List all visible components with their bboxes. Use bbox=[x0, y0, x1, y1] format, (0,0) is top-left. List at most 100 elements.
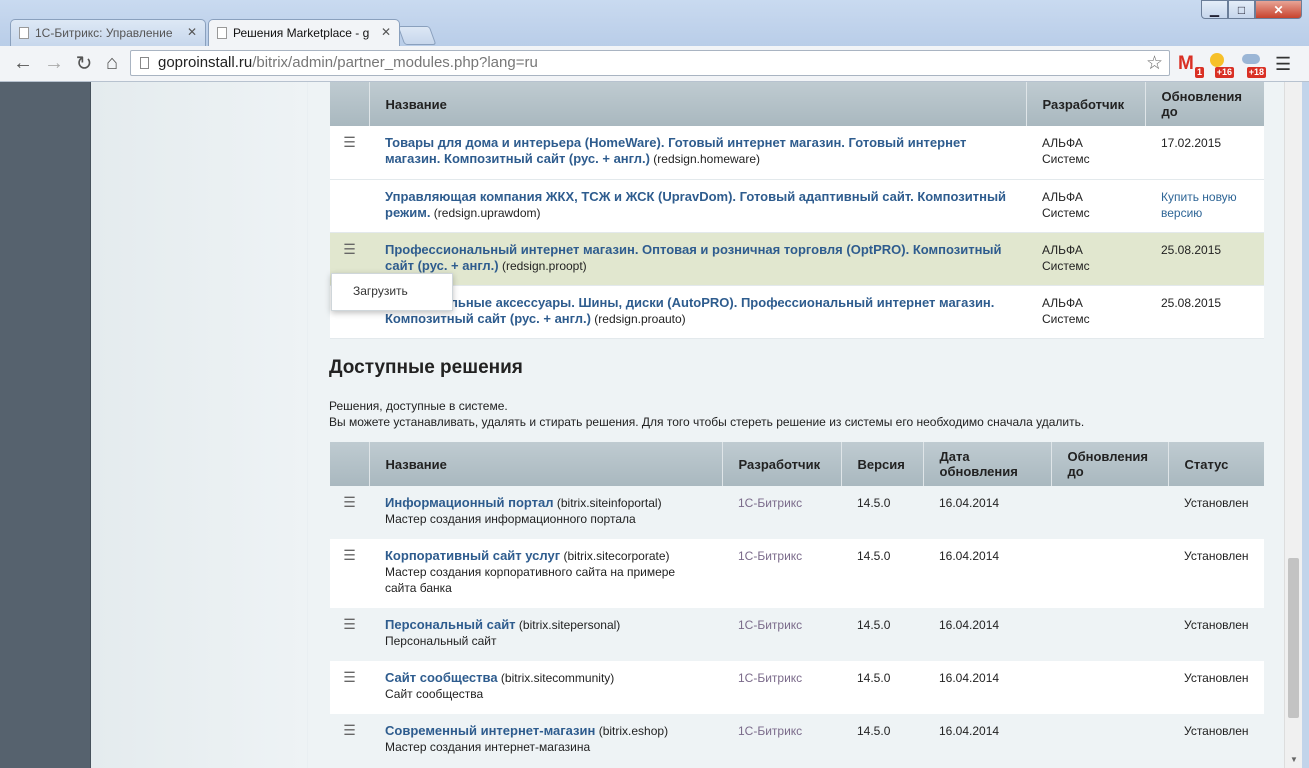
column-header-developer[interactable]: Разработчик bbox=[1025, 82, 1145, 126]
address-bar[interactable]: goproinstall.ru/bitrix/admin/partner_mod… bbox=[130, 50, 1170, 76]
row-menu-icon[interactable]: ☰ bbox=[330, 486, 369, 539]
row-menu-icon[interactable]: ☰ bbox=[330, 608, 369, 661]
date-cell: 16.04.2014 bbox=[923, 661, 1051, 714]
table-row: ☰ Информационный портал (bitrix.siteinfo… bbox=[330, 486, 1264, 539]
updates-cell: 25.08.2015 bbox=[1145, 232, 1264, 286]
solution-link[interactable]: Профессиональный интернет магазин. Оптов… bbox=[385, 242, 1002, 273]
date-cell: 16.04.2014 bbox=[923, 714, 1051, 767]
solution-link[interactable]: Персональный сайт bbox=[385, 617, 516, 632]
window-titlebar: 1С-Битрикс: Управление ✕ Решения Marketp… bbox=[0, 0, 1309, 46]
table-row: ☰ Современный интернет-магазин (bitrix.e… bbox=[330, 714, 1264, 767]
reload-icon[interactable]: ↻ bbox=[73, 52, 95, 75]
row-menu-icon[interactable]: ☰ bbox=[330, 661, 369, 714]
section-title: Доступные решения bbox=[329, 357, 523, 378]
solution-link[interactable]: Корпоративный сайт услуг bbox=[385, 548, 560, 563]
date-cell: 16.04.2014 bbox=[923, 608, 1051, 661]
solution-desc: Сайт сообщества bbox=[385, 687, 484, 701]
home-icon[interactable]: ⌂ bbox=[101, 52, 123, 74]
developer-link[interactable]: 1С-Битрикс bbox=[738, 549, 802, 563]
developer-cell: АЛЬФА Системс bbox=[1026, 232, 1145, 286]
column-header-name[interactable]: Название bbox=[368, 82, 1026, 126]
updates-cell: 17.02.2015 bbox=[1145, 126, 1264, 180]
developer-cell: АЛЬФА Системс bbox=[1026, 126, 1145, 180]
row-context-menu: Загрузить bbox=[331, 273, 453, 311]
page-icon bbox=[217, 27, 227, 39]
solution-link[interactable]: Сайт сообщества bbox=[385, 670, 498, 685]
updates-cell bbox=[1051, 661, 1168, 714]
solution-code: (redsign.uprawdom) bbox=[433, 205, 541, 220]
scroll-down-icon[interactable]: ▼ bbox=[1290, 755, 1298, 764]
updates-cell bbox=[1051, 539, 1168, 608]
version-cell: 14.5.0 bbox=[841, 661, 923, 714]
weather-extension-icon[interactable]: +18 bbox=[1240, 53, 1266, 78]
row-menu-icon[interactable]: ☰ bbox=[330, 714, 369, 767]
column-header-version[interactable]: Версия bbox=[840, 442, 923, 486]
page-viewport: Название Разработчик Обновления до ☰ Тов… bbox=[0, 82, 1309, 768]
solution-link[interactable]: Современный интернет-магазин bbox=[385, 723, 595, 738]
table-row: ☰ Товары для дома и интерьера (HomeWare)… bbox=[330, 126, 1264, 180]
url-text: goproinstall.ru/bitrix/admin/partner_mod… bbox=[158, 54, 538, 71]
solution-code: (bitrix.sitepersonal) bbox=[518, 618, 621, 632]
solution-code: (bitrix.eshop) bbox=[598, 724, 669, 738]
solution-desc: Персональный сайт bbox=[385, 634, 497, 648]
bookmark-star-icon[interactable]: ☆ bbox=[1146, 52, 1163, 75]
vertical-scrollbar[interactable]: ▼ bbox=[1284, 82, 1303, 768]
column-header-handle bbox=[330, 82, 369, 126]
developer-link[interactable]: 1С-Битрикс bbox=[738, 618, 802, 632]
buy-new-version-link[interactable]: Купить новую версию bbox=[1161, 190, 1237, 220]
close-icon[interactable]: ✕ bbox=[187, 25, 197, 39]
tab-marketplace[interactable]: Решения Marketplace - g ✕ bbox=[208, 19, 400, 46]
updates-cell bbox=[1051, 714, 1168, 767]
updates-cell: 25.08.2015 bbox=[1145, 285, 1264, 339]
main-content: Название Разработчик Обновления до ☰ Тов… bbox=[308, 82, 1284, 768]
row-menu-icon[interactable]: ☰ bbox=[330, 126, 369, 180]
page-icon bbox=[140, 57, 149, 69]
status-cell: Установлен bbox=[1168, 661, 1264, 714]
column-header-developer[interactable]: Разработчик bbox=[721, 442, 841, 486]
forward-arrow-icon[interactable]: → bbox=[43, 52, 65, 74]
column-header-status[interactable]: Статус bbox=[1167, 442, 1264, 486]
table-row-highlighted: ☰ Профессиональный интернет магазин. Опт… bbox=[330, 232, 1264, 286]
date-cell: 16.04.2014 bbox=[923, 539, 1051, 608]
solution-desc: Мастер создания информационного портала bbox=[385, 512, 636, 526]
scrollbar-thumb[interactable] bbox=[1288, 558, 1299, 718]
developer-link[interactable]: 1С-Битрикс bbox=[738, 671, 802, 685]
developer-link[interactable]: 1С-Битрикс bbox=[738, 496, 802, 510]
version-cell: 14.5.0 bbox=[841, 608, 923, 661]
column-header-updates[interactable]: Обновления до bbox=[1050, 442, 1168, 486]
tab-title: Решения Marketplace - g bbox=[233, 26, 370, 40]
solution-code: (redsign.homeware) bbox=[653, 152, 761, 166]
tab-title: 1С-Битрикс: Управление bbox=[35, 26, 173, 40]
gmail-extension-icon[interactable]: M1 bbox=[1178, 53, 1204, 78]
new-tab-button[interactable] bbox=[397, 26, 437, 45]
solution-code: (redsign.proopt) bbox=[501, 258, 587, 273]
table-row: ☰ Корпоративный сайт услуг (bitrix.sitec… bbox=[330, 539, 1264, 608]
solution-link[interactable]: Автомобильные аксессуары. Шины, диски (A… bbox=[385, 295, 994, 326]
table-row: ☰ Персональный сайт (bitrix.sitepersonal… bbox=[330, 608, 1264, 661]
menu-icon[interactable]: ☰ bbox=[1275, 54, 1291, 75]
maximize-button[interactable]: □ bbox=[1228, 0, 1255, 19]
close-window-button[interactable]: ✕ bbox=[1255, 0, 1302, 19]
developer-link[interactable]: 1С-Битрикс bbox=[738, 724, 802, 738]
row-menu-icon[interactable]: ☰ bbox=[330, 539, 369, 608]
table-row: ☰ Сайт сообщества (bitrix.sitecommunity)… bbox=[330, 661, 1264, 714]
status-cell: Установлен bbox=[1168, 608, 1264, 661]
section-description: Решения, доступные в системе. Вы можете … bbox=[329, 399, 1085, 429]
column-header-name[interactable]: Название bbox=[368, 442, 722, 486]
context-menu-item-download[interactable]: Загрузить bbox=[353, 284, 408, 298]
column-header-date[interactable]: Дата обновления bbox=[922, 442, 1051, 486]
available-solutions-table: Название Разработчик Версия Дата обновле… bbox=[330, 442, 1264, 767]
date-cell: 16.04.2014 bbox=[923, 486, 1051, 539]
back-arrow-icon[interactable]: ← bbox=[12, 52, 34, 74]
tab-bitrix-admin[interactable]: 1С-Битрикс: Управление ✕ bbox=[10, 19, 206, 46]
solution-desc: Мастер создания интернет-магазина bbox=[385, 740, 591, 754]
column-header-updates[interactable]: Обновления до bbox=[1144, 82, 1264, 126]
table-header-row: Название Разработчик Обновления до bbox=[330, 82, 1264, 126]
minimize-button[interactable]: ▁ bbox=[1201, 0, 1228, 19]
updates-cell bbox=[1051, 608, 1168, 661]
weather-extension-icon[interactable]: +16 bbox=[1208, 53, 1234, 78]
version-cell: 14.5.0 bbox=[841, 714, 923, 767]
solution-link[interactable]: Информационный портал bbox=[385, 495, 554, 510]
close-icon[interactable]: ✕ bbox=[381, 25, 391, 39]
status-cell: Установлен bbox=[1168, 714, 1264, 767]
